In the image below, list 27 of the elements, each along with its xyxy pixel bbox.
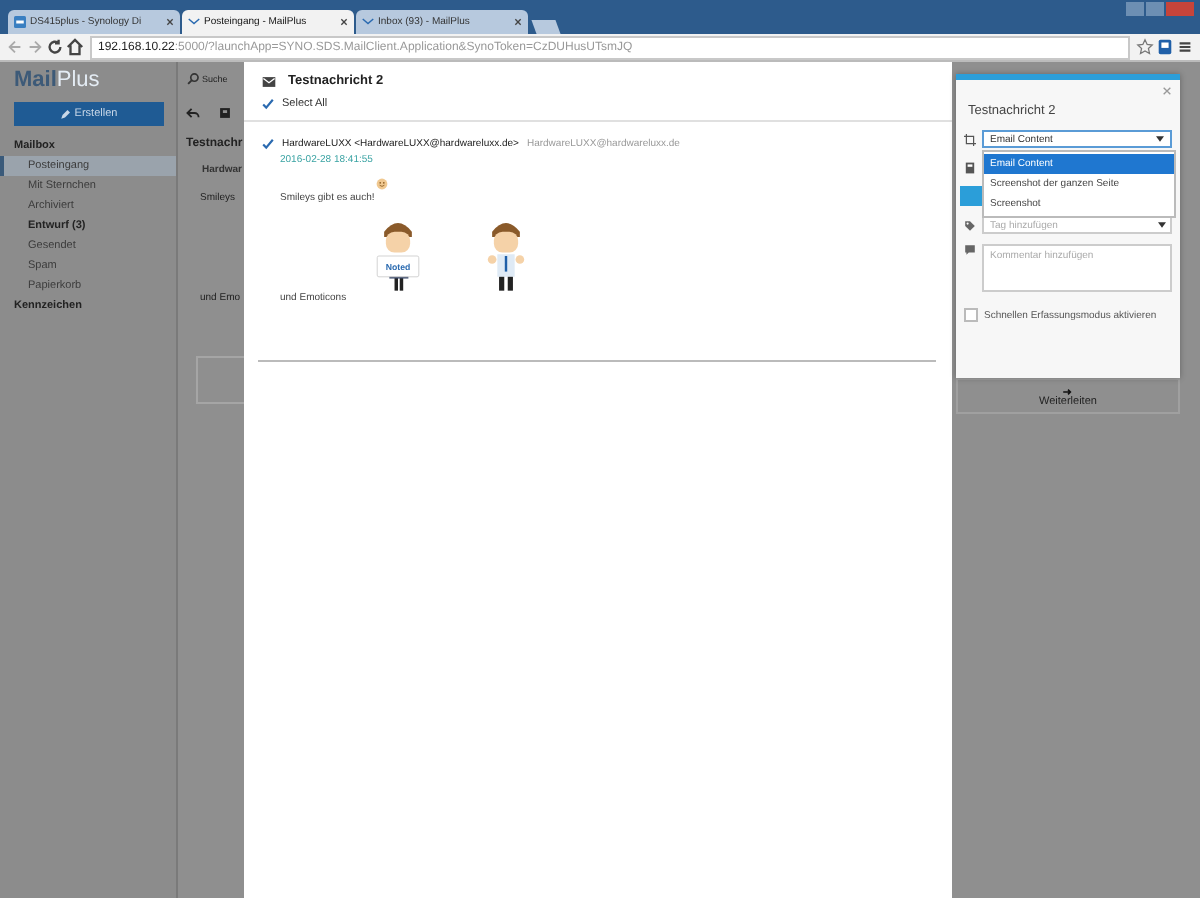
reply-icon[interactable] [186, 106, 200, 120]
archive-icon[interactable] [218, 106, 232, 120]
new-tab-button[interactable] [531, 20, 561, 34]
star-icon[interactable] [1136, 38, 1154, 56]
tag-icon [964, 219, 976, 231]
caret-icon [1158, 222, 1166, 228]
menu-icon[interactable] [1176, 38, 1194, 56]
arrow-icon [1062, 388, 1074, 396]
checkbox[interactable] [964, 308, 978, 322]
pencil-icon [60, 109, 71, 119]
close-icon[interactable] [166, 18, 174, 26]
window-controls-drawing [1126, 2, 1194, 16]
crop-icon [964, 133, 976, 145]
smiley-icon [376, 178, 389, 190]
reload-icon[interactable] [46, 38, 64, 56]
checkmark-icon[interactable] [262, 98, 274, 110]
home-icon[interactable] [66, 38, 84, 56]
caret-icon [1156, 136, 1164, 142]
app-icon [14, 16, 26, 28]
app-logo: MailPlus [12, 68, 102, 92]
extension-icon[interactable] [1156, 38, 1174, 56]
close-icon[interactable] [340, 18, 348, 26]
notebook-icon [964, 161, 976, 173]
checkmark-icon[interactable] [262, 138, 274, 150]
close-icon[interactable] [514, 18, 522, 26]
comment-icon [964, 244, 976, 256]
search-icon [186, 72, 200, 86]
